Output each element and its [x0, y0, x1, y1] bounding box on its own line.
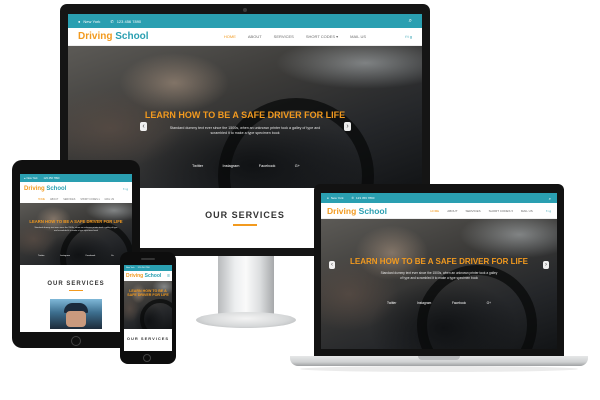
site-logo[interactable]: Driving School [78, 31, 149, 42]
social-icons[interactable]: f t g [546, 209, 551, 213]
google-plus-link[interactable]: G+ [295, 164, 300, 168]
services-title: OUR SERVICES [126, 336, 170, 341]
menu-item-short-codes[interactable]: SHORT CODES ▾ [489, 209, 513, 213]
monitor-stand-base [196, 312, 296, 328]
hero-social-links: Twitter Instagram Facebook G+ [387, 301, 491, 305]
menu-item-home[interactable]: HOME [224, 34, 236, 39]
next-slide-button[interactable]: › [543, 261, 549, 269]
social-icons[interactable]: f t g [123, 187, 128, 191]
phone-info: 123 456 7890 [43, 176, 60, 180]
menu-item-about[interactable]: ABOUT [50, 198, 58, 201]
menu-item-mail-us[interactable]: MAIL US [350, 34, 366, 39]
map-pin-icon: ● [327, 196, 329, 200]
tablet-home-button [71, 336, 81, 346]
site-logo[interactable]: Driving School [327, 206, 387, 216]
menu-toggle-icon[interactable]: ≡ [167, 273, 170, 279]
twitter-link[interactable]: Twitter [38, 255, 44, 257]
menu-item-about[interactable]: ABOUT [447, 209, 457, 213]
hero-banner: LEARN HOW TO BE A SAFE DRIVER FOR LIFE S… [321, 219, 557, 349]
twitter-link[interactable]: Twitter [387, 301, 396, 305]
top-info-bar: ● New York ✆ 123 456 7890 ⌕ [68, 14, 422, 28]
phone-icon: ✆ [351, 196, 355, 200]
top-info-bar: ● New York 123 456 7890 [20, 174, 132, 182]
hero-subtitle: Standard dummy text ever since the 1500s… [169, 126, 321, 136]
top-info-bar: ● New York ✆ 123 456 7890 ⌕ [321, 193, 557, 203]
location-info: ● New York [327, 196, 344, 200]
main-menu: HOME ABOUT SERVICES SHORT CODES ▾ MAIL U… [149, 34, 406, 39]
menu-item-services[interactable]: SERVICES [466, 209, 481, 213]
facebook-link[interactable]: Facebook [452, 301, 466, 305]
instagram-link[interactable]: Instagram [223, 164, 240, 168]
map-pin-icon: ● [78, 18, 81, 24]
next-slide-button[interactable]: › [344, 122, 351, 131]
phone-info: 123 456 7890 [137, 267, 150, 269]
facebook-link[interactable]: Facebook [86, 255, 96, 257]
menu-item-short-codes[interactable]: SHORT CODES ▾ [306, 34, 338, 39]
steering-wheel-image [140, 299, 172, 329]
site-logo[interactable]: Driving School [24, 186, 66, 192]
hero-subtitle: Standard dummy text ever since the 1500s… [34, 227, 118, 233]
search-icon[interactable]: ⌕ [549, 196, 551, 201]
main-menu: HOME ABOUT SERVICES SHORT CODES ▾ MAIL U… [387, 209, 546, 213]
menu-item-short-codes[interactable]: SHORT CODES ▾ [80, 198, 99, 201]
navbar: Driving School f t g [20, 182, 132, 195]
google-plus-link[interactable]: G+ [111, 255, 114, 257]
menu-item-home[interactable]: HOME [430, 209, 439, 213]
phone-screen: New York 123 456 7890 Driving School ≡ L… [124, 265, 172, 351]
facebook-link[interactable]: Facebook [259, 164, 276, 168]
tablet-screen: ● New York 123 456 7890 Driving School f… [20, 174, 132, 332]
phone-icon: ✆ [110, 18, 114, 24]
hero-social-links: Twitter Instagram Facebook G+ [38, 255, 114, 257]
hero-headline: LEARN HOW TO BE A SAFE DRIVER FOR LIFE [144, 110, 346, 120]
phone-device: New York 123 456 7890 Driving School ≡ L… [120, 252, 176, 364]
navbar: Driving School HOME ABOUT SERVICES SHORT… [68, 28, 422, 46]
menu-item-home[interactable]: HOME [38, 198, 45, 201]
title-underline [69, 290, 83, 291]
menu-item-about[interactable]: ABOUT [248, 34, 262, 39]
menu-item-services[interactable]: SERVICES [274, 34, 294, 39]
map-pin-icon: ● [24, 176, 26, 180]
location-info: ● New York [78, 18, 101, 24]
phone-home-button [143, 354, 151, 362]
services-section: OUR SERVICES [20, 265, 132, 332]
menu-item-mail-us[interactable]: MAIL US [521, 209, 533, 213]
services-title: OUR SERVICES [47, 281, 105, 287]
social-icons[interactable]: f t g [405, 34, 412, 39]
hero-subtitle: Standard dummy text ever since the 1500s… [380, 271, 498, 280]
instagram-link[interactable]: Instagram [60, 255, 70, 257]
navbar: Driving School HOME ABOUT SERVICES SHORT… [321, 203, 557, 219]
monitor-stand-neck [218, 256, 274, 316]
site-logo[interactable]: Driving School [126, 273, 161, 279]
phone-info: ✆ 123 456 7890 [351, 196, 375, 200]
monitor-camera [243, 8, 247, 12]
location-info: ● New York [24, 176, 38, 180]
title-underline [233, 224, 257, 226]
hero-banner: LEARN HOW TO BE A SAFE DRIVER FOR LIFE [124, 281, 172, 329]
service-image [50, 299, 102, 329]
prev-slide-button[interactable]: ‹ [329, 261, 335, 269]
phone-info: ✆ 123 456 7890 [110, 18, 142, 24]
laptop-shadow [300, 366, 578, 372]
phone-speaker [141, 258, 155, 260]
twitter-link[interactable]: Twitter [192, 164, 203, 168]
menu-item-services[interactable]: SERVICES [63, 198, 75, 201]
laptop-device: ● New York ✆ 123 456 7890 ⌕ Driving Scho… [314, 184, 564, 356]
search-icon[interactable]: ⌕ [409, 18, 412, 25]
instagram-link[interactable]: Instagram [417, 301, 431, 305]
google-plus-link[interactable]: G+ [487, 301, 491, 305]
prev-slide-button[interactable]: ‹ [140, 122, 147, 131]
hero-headline: LEARN HOW TO BE A SAFE DRIVER FOR LIFE [127, 289, 169, 298]
menu-item-mail-us[interactable]: MAIL US [105, 198, 114, 201]
services-section: OUR SERVICES [124, 329, 172, 351]
location-info: New York [126, 267, 135, 269]
hero-banner: LEARN HOW TO BE A SAFE DRIVER FOR LIFE S… [20, 203, 132, 265]
face-shape [66, 311, 86, 327]
hero-headline: LEARN HOW TO BE A SAFE DRIVER FOR LIFE [350, 257, 528, 266]
laptop-screen: ● New York ✆ 123 456 7890 ⌕ Driving Scho… [321, 193, 557, 349]
navbar: Driving School ≡ [124, 271, 172, 281]
laptop-notch [418, 356, 460, 360]
main-menu: HOME ABOUT SERVICES SHORT CODES ▾ MAIL U… [20, 195, 132, 203]
hero-social-links: Twitter Instagram Facebook G+ [192, 164, 300, 168]
hero-headline: LEARN HOW TO BE A SAFE DRIVER FOR LIFE [29, 219, 123, 224]
